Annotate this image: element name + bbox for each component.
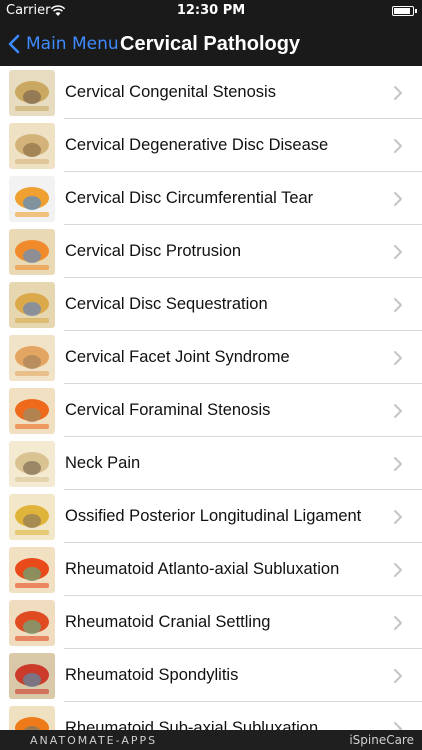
back-label: Main Menu	[26, 34, 119, 54]
spine-axial-icon	[9, 69, 55, 116]
chevron-right-icon	[394, 244, 402, 259]
list-item-label: Cervical Degenerative Disc Disease	[65, 136, 329, 154]
rheumatoid-icon	[9, 546, 55, 593]
chevron-right-icon	[394, 509, 402, 524]
list-item[interactable]: Cervical Foraminal Stenosis	[0, 384, 422, 437]
list-item-label: Rheumatoid Spondylitis	[65, 666, 239, 684]
ligament-icon	[9, 493, 55, 540]
back-button[interactable]: Main Menu	[8, 32, 119, 56]
chevron-right-icon	[394, 456, 402, 471]
status-bar: Carrier 12:30 PM	[0, 0, 422, 22]
list-item[interactable]: Rheumatoid Sub-axial Subluxation	[0, 702, 422, 730]
spondylitis-icon	[9, 652, 55, 699]
list-item[interactable]: Rheumatoid Atlanto-axial Subluxation	[0, 543, 422, 596]
list-item[interactable]: Cervical Disc Protrusion	[0, 225, 422, 278]
list-item-label: Cervical Disc Sequestration	[65, 295, 268, 313]
chevron-right-icon	[394, 297, 402, 312]
list-item-label: Cervical Disc Circumferential Tear	[65, 189, 314, 207]
footer-bar: ANATOMATE-APPS iSpineCare	[0, 730, 422, 750]
chevron-right-icon	[394, 350, 402, 365]
list-item[interactable]: Cervical Degenerative Disc Disease	[0, 119, 422, 172]
list-item[interactable]: Neck Pain	[0, 437, 422, 490]
navigation-bar: Main Menu Cervical Pathology	[0, 22, 422, 66]
disc-tear-icon	[9, 175, 55, 222]
chevron-right-icon	[394, 191, 402, 206]
battery-icon	[392, 6, 417, 16]
list-item[interactable]: Cervical Facet Joint Syndrome	[0, 331, 422, 384]
list-item-label: Rheumatoid Cranial Settling	[65, 613, 271, 631]
list-item-label: Neck Pain	[65, 454, 141, 472]
chevron-right-icon	[394, 403, 402, 418]
list-item-label: Cervical Congenital Stenosis	[65, 83, 276, 101]
clock: 12:30 PM	[176, 3, 246, 18]
cranial-settling-icon	[9, 599, 55, 646]
subaxial-icon	[9, 705, 55, 730]
foraminal-stenosis-icon	[9, 387, 55, 434]
page-title: Cervical Pathology	[120, 33, 301, 55]
list-item[interactable]: Rheumatoid Cranial Settling	[0, 596, 422, 649]
disc-protrusion-icon	[9, 228, 55, 275]
list-item-label: Cervical Facet Joint Syndrome	[65, 348, 290, 366]
neck-spine-icon	[9, 440, 55, 487]
chevron-right-icon	[394, 615, 402, 630]
list-item[interactable]: Cervical Congenital Stenosis	[0, 66, 422, 119]
list-item[interactable]: Rheumatoid Spondylitis	[0, 649, 422, 702]
list-item-label: Cervical Disc Protrusion	[65, 242, 242, 260]
list-item[interactable]: Cervical Disc Sequestration	[0, 278, 422, 331]
chevron-left-icon	[8, 34, 20, 54]
chevron-right-icon	[394, 668, 402, 683]
pathology-list[interactable]: Cervical Congenital Stenosis Cervical Deg…	[0, 66, 422, 730]
chevron-right-icon	[394, 721, 402, 730]
chevron-right-icon	[394, 85, 402, 100]
chevron-right-icon	[394, 562, 402, 577]
list-item-label: Rheumatoid Atlanto-axial Subluxation	[65, 560, 340, 578]
brand-label: ANATOMATE-APPS	[30, 734, 158, 747]
list-item[interactable]: Ossified Posterior Longitudinal Ligament	[0, 490, 422, 543]
list-item-label: Cervical Foraminal Stenosis	[65, 401, 271, 419]
app-name-label: iSpineCare	[349, 733, 414, 747]
chevron-right-icon	[394, 138, 402, 153]
list-item-label: Ossified Posterior Longitudinal Ligament	[65, 507, 362, 525]
list-item-label: Rheumatoid Sub-axial Subluxation	[65, 719, 319, 730]
disc-sequestration-icon	[9, 281, 55, 328]
facet-joint-icon	[9, 334, 55, 381]
spine-lateral-icon	[9, 122, 55, 169]
list-item[interactable]: Cervical Disc Circumferential Tear	[0, 172, 422, 225]
